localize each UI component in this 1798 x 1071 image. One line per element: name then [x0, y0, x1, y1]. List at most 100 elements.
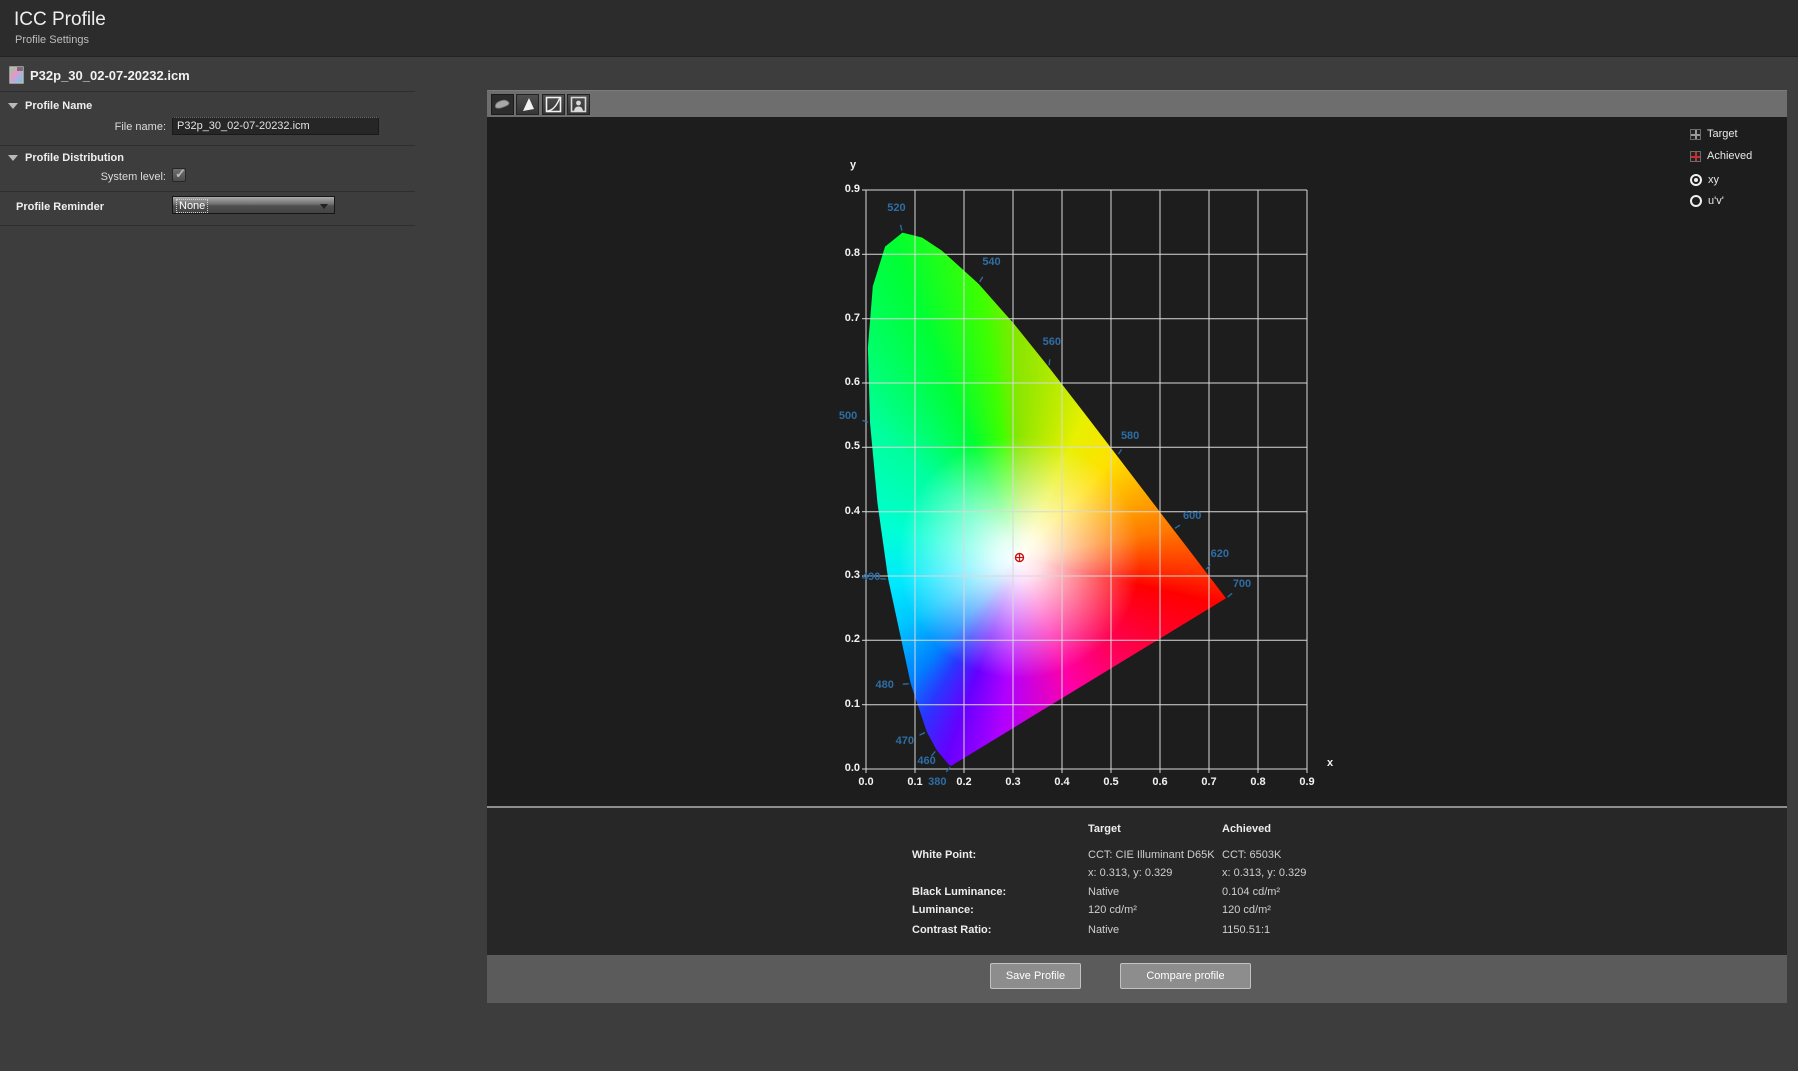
compare-profile-button[interactable]: Compare profile: [1120, 963, 1251, 989]
header-bar: ICC Profile Profile Settings: [0, 0, 1798, 57]
chromaticity-diagram-button[interactable]: [491, 94, 514, 115]
table-achieved-value: CCT: 6503K: [1222, 849, 1281, 861]
separator: [0, 191, 415, 192]
table-target-value: Native: [1088, 924, 1119, 936]
x-axis-title: x: [1327, 757, 1333, 769]
radio-label: xy: [1708, 174, 1719, 186]
y-tick-label: 0.7: [820, 312, 860, 324]
y-tick-label: 0.9: [820, 183, 860, 195]
legend-label: Target: [1707, 128, 1738, 140]
wavelength-label: 620: [1203, 548, 1237, 560]
x-tick-label: 0.7: [1194, 776, 1224, 788]
save-profile-button[interactable]: Save Profile: [990, 963, 1081, 989]
legend-label: Achieved: [1707, 150, 1752, 162]
chromaticity-plot: y x 0.00.10.20.30.40.50.60.70.80.90.00.1…: [866, 190, 1307, 769]
radio-uv[interactable]: u'v': [1690, 195, 1724, 207]
wavelength-label: 560: [1035, 336, 1069, 348]
page-subtitle: Profile Settings: [15, 34, 89, 46]
wavelength-label: 480: [868, 679, 902, 691]
results-table: TargetAchievedWhite Point:CCT: CIE Illum…: [487, 808, 1787, 955]
table-row-label: Black Luminance:: [912, 886, 1006, 898]
radio-label: u'v': [1708, 195, 1724, 207]
radio-xy[interactable]: xy: [1690, 174, 1719, 186]
file-name-input[interactable]: [172, 117, 379, 135]
chromaticity-diagram-icon: [494, 98, 511, 111]
file-name-label: File name:: [40, 121, 166, 133]
profile-portrait-button[interactable]: [567, 94, 590, 115]
profile-reminder-label: Profile Reminder: [16, 201, 104, 213]
table-achieved-value: 120 cd/m²: [1222, 904, 1271, 916]
table-target-value: CCT: CIE Illuminant D65K: [1088, 849, 1215, 861]
profile-reminder-dropdown[interactable]: None: [172, 196, 335, 214]
section-title: Profile Distribution: [25, 152, 124, 164]
profile-file-name-heading: P32p_30_02-07-20232.icm: [30, 68, 190, 83]
section-title: Profile Name: [25, 100, 92, 112]
grid-svg: [866, 190, 1307, 769]
wavelength-label: 460: [910, 755, 944, 767]
separator: [0, 91, 415, 92]
table-column-header: Target: [1088, 823, 1121, 835]
icc-file-icon: [9, 66, 24, 84]
white-point-marker: [1014, 552, 1025, 563]
wavelength-label: 700: [1225, 578, 1259, 590]
y-tick-label: 0.6: [820, 376, 860, 388]
gamma-curve-icon: [545, 96, 562, 113]
table-achieved-value: 0.104 cd/m²: [1222, 886, 1280, 898]
table-achieved-value: 1150.51:1: [1222, 924, 1270, 936]
profile-portrait-icon: [570, 96, 587, 113]
y-tick-label: 0.5: [820, 440, 860, 452]
collapse-triangle-icon: [8, 155, 18, 161]
wavelength-label: 500: [831, 410, 865, 422]
y-tick-label: 0.2: [820, 633, 860, 645]
table-target-value: x: 0.313, y: 0.329: [1088, 867, 1172, 879]
section-profile-distribution[interactable]: Profile Distribution: [8, 152, 124, 164]
dropdown-value: None: [176, 199, 208, 213]
chromaticity-chart-area: y x 0.00.10.20.30.40.50.60.70.80.90.00.1…: [487, 117, 1787, 806]
table-row-label: Luminance:: [912, 904, 974, 916]
x-tick-label: 0.8: [1243, 776, 1273, 788]
table-target-value: Native: [1088, 886, 1119, 898]
wavelength-label: 380: [920, 776, 954, 788]
legend-target[interactable]: Target: [1690, 128, 1738, 140]
y-tick-label: 0.4: [820, 505, 860, 517]
wavelength-label: 600: [1175, 510, 1209, 522]
system-level-label: System level:: [40, 171, 166, 183]
gamma-curve-button[interactable]: [542, 94, 565, 115]
chevron-down-icon: [320, 204, 328, 209]
check-icon: ✓: [175, 166, 186, 182]
gamut-triangle-button[interactable]: [516, 94, 539, 115]
wavelength-label: 470: [888, 735, 922, 747]
icc-profile-page: ICC Profile Profile Settings P32p_30_02-…: [0, 0, 1798, 1071]
separator: [0, 145, 415, 146]
legend-achieved[interactable]: Achieved: [1690, 150, 1752, 162]
section-profile-name[interactable]: Profile Name: [8, 100, 92, 112]
y-tick-label: 0.1: [820, 698, 860, 710]
x-tick-label: 0.5: [1096, 776, 1126, 788]
achieved-marker-icon: [1690, 151, 1701, 162]
collapse-triangle-icon: [8, 103, 18, 109]
system-level-checkbox[interactable]: ✓: [172, 168, 186, 182]
table-target-value: 120 cd/m²: [1088, 904, 1137, 916]
table-achieved-value: x: 0.313, y: 0.329: [1222, 867, 1306, 879]
chart-toolbar: [487, 90, 1787, 117]
footer-bar: Save Profile Compare profile: [487, 955, 1787, 1003]
wavelength-label: 540: [975, 256, 1009, 268]
x-tick-label: 0.4: [1047, 776, 1077, 788]
x-tick-label: 0.6: [1145, 776, 1175, 788]
table-row-label: White Point:: [912, 849, 976, 861]
x-tick-label: 0.0: [851, 776, 881, 788]
separator: [0, 225, 415, 226]
wavelength-label: 490: [854, 571, 888, 583]
y-axis-title: y: [850, 159, 856, 171]
profile-results-panel: y x 0.0 0.1 0.2 0.3 0.4 0.5 0.6 0.7 0.8 0.9 0.0 0.1…: [487, 90, 1787, 1003]
gamut-triangle-icon: [519, 97, 536, 112]
y-tick-label: 0.8: [820, 247, 860, 259]
target-marker-icon: [1690, 129, 1701, 140]
radio-button-icon: [1690, 195, 1702, 207]
table-row-label: Contrast Ratio:: [912, 924, 991, 936]
x-tick-label: 0.9: [1292, 776, 1322, 788]
y-tick-label: 0.0: [820, 762, 860, 774]
x-tick-label: 0.3: [998, 776, 1028, 788]
wavelength-label: 520: [879, 202, 913, 214]
radio-button-icon: [1690, 174, 1702, 186]
